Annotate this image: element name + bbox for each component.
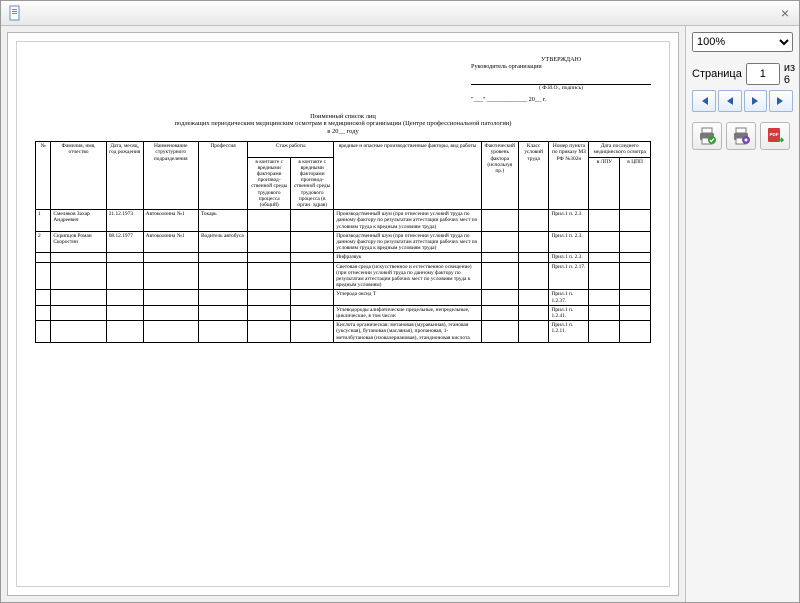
svg-text:PDF: PDF (770, 132, 779, 137)
zoom-select[interactable]: 100% (692, 32, 793, 52)
last-page-button[interactable] (769, 90, 793, 112)
report-title: Поименный список лиц подлежащих периодич… (35, 113, 651, 135)
table-row: Кислота органическая: метановая (муравьи… (36, 321, 651, 343)
menubar: × (1, 1, 799, 26)
page-navigation: Страница из 6 (692, 62, 793, 112)
document-icon (7, 5, 23, 21)
table-row: Углеводороды алифатические предельные, н… (36, 305, 651, 320)
sidebar: 100% Страница из 6 (685, 26, 799, 602)
export-pdf-button[interactable]: PDF (760, 122, 790, 150)
print-button[interactable] (692, 122, 722, 150)
zoom-control: 100% (692, 32, 793, 52)
approve-block: УТВЕРЖДАЮ Руководитель организации ( Ф.И… (471, 56, 651, 103)
table-row: Световая среда (искусственное и естестве… (36, 262, 651, 290)
approve-role: Руководитель организации (471, 63, 651, 70)
approve-title: УТВЕРЖДАЮ (471, 56, 651, 63)
preview-pane: УТВЕРЖДАЮ Руководитель организации ( Ф.И… (7, 32, 679, 596)
next-page-button[interactable] (744, 90, 768, 112)
approve-sign-hint: ( Ф.И.О., подпись) (471, 85, 651, 91)
prev-page-button[interactable] (718, 90, 742, 112)
first-page-button[interactable] (692, 90, 716, 112)
table-row: ИнфразвукПрил.1 п. 2.3. (36, 253, 651, 262)
table-row: 1Смеляков Захар Андреевич21.12.1973Авток… (36, 210, 651, 232)
table-row: Углерода оксид ТПрил.1 п. 1.2.37. (36, 290, 651, 305)
page-label: Страница (692, 68, 742, 80)
table-header: № Фамилия, имя, отчество Дата, месяц, го… (36, 142, 651, 210)
close-icon[interactable]: × (777, 5, 793, 21)
report-page: УТВЕРЖДАЮ Руководитель организации ( Ф.И… (16, 41, 670, 587)
report-table: № Фамилия, имя, отчество Дата, месяц, го… (35, 141, 651, 343)
print-settings-button[interactable] (726, 122, 756, 150)
page-input[interactable] (746, 63, 780, 85)
print-preview-window: × УТВЕРЖДАЮ Руководитель организации ( Ф… (0, 0, 800, 603)
approve-date: "___" _____________ 20__ г. (471, 96, 651, 103)
table-row: 2Скрипцов Роман Скоростин08.12.1977Авток… (36, 231, 651, 253)
action-buttons: PDF (692, 122, 793, 150)
